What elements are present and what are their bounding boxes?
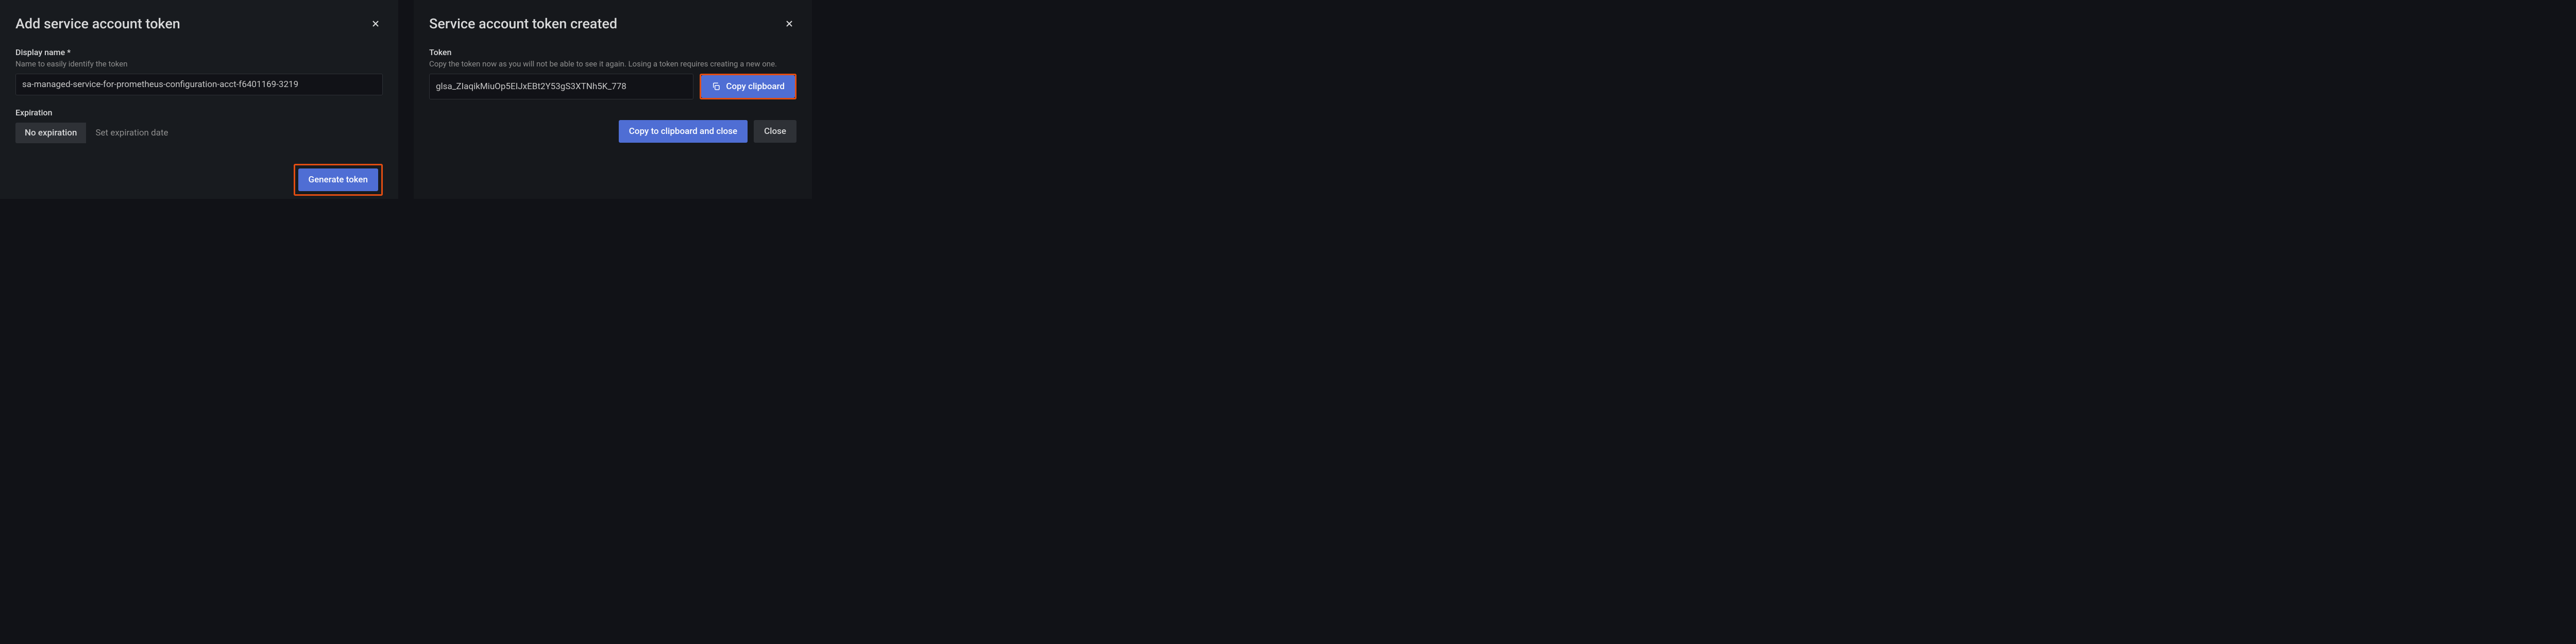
- add-token-panel: Add service account token Display name *…: [0, 0, 398, 199]
- copy-clipboard-label: Copy clipboard: [726, 81, 785, 92]
- panel-header: Add service account token: [15, 15, 383, 32]
- copy-highlight: Copy clipboard: [700, 74, 796, 99]
- expiration-field: Expiration No expiration Set expiration …: [15, 108, 383, 143]
- close-icon: [370, 19, 381, 29]
- copy-icon: [711, 82, 721, 91]
- display-name-field: Display name * Name to easily identify t…: [15, 47, 383, 95]
- display-name-hint: Name to easily identify the token: [15, 59, 383, 69]
- no-expiration-option[interactable]: No expiration: [15, 123, 86, 143]
- display-name-input[interactable]: [15, 74, 383, 95]
- close-footer-button[interactable]: Close: [754, 120, 796, 143]
- generate-token-button[interactable]: Generate token: [298, 168, 379, 191]
- panel-title: Service account token created: [429, 15, 617, 32]
- copy-clipboard-button[interactable]: Copy clipboard: [701, 75, 795, 98]
- token-label: Token: [429, 47, 796, 57]
- token-hint: Copy the token now as you will not be ab…: [429, 59, 796, 69]
- token-value-input[interactable]: [429, 74, 693, 99]
- expiration-toggle: No expiration Set expiration date: [15, 123, 178, 143]
- copy-and-close-button[interactable]: Copy to clipboard and close: [619, 120, 748, 143]
- close-button[interactable]: [368, 16, 383, 31]
- panel-header: Service account token created: [429, 15, 796, 32]
- actions-row: Generate token: [15, 164, 383, 196]
- close-button[interactable]: [782, 16, 796, 31]
- display-name-label: Display name *: [15, 47, 383, 57]
- set-expiration-date-option[interactable]: Set expiration date: [86, 123, 177, 143]
- generate-highlight: Generate token: [294, 164, 383, 196]
- token-field: Token Copy the token now as you will not…: [429, 47, 796, 99]
- actions-row: Copy to clipboard and close Close: [429, 120, 796, 143]
- token-row: Copy clipboard: [429, 74, 796, 99]
- close-icon: [784, 19, 794, 29]
- token-created-panel: Service account token created Token Copy…: [414, 0, 812, 199]
- expiration-label: Expiration: [15, 108, 383, 117]
- panel-title: Add service account token: [15, 15, 180, 32]
